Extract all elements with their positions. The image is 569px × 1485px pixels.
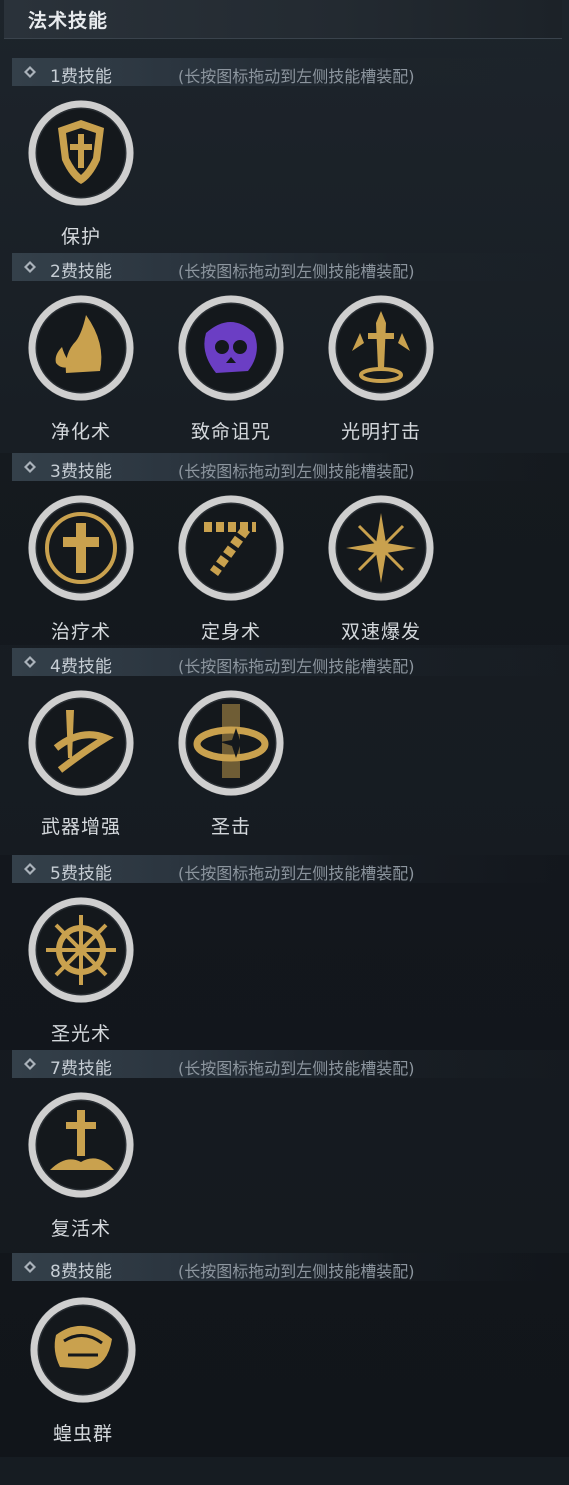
cost-label: 3费技能 xyxy=(50,462,112,482)
cost-label: 1费技能 xyxy=(50,67,112,87)
cost-label: 5费技能 xyxy=(50,864,112,884)
cost-section-1: 1费技能 (长按图标拖动到左侧技能槽装配) 保护 xyxy=(0,58,569,248)
section-header: 4费技能 (长按图标拖动到左侧技能槽装配) xyxy=(12,648,560,677)
drag-hint: (长按图标拖动到左侧技能槽装配) xyxy=(178,1059,415,1078)
skill-name: 致命诅咒 xyxy=(190,421,271,443)
section-header: 2费技能 (长按图标拖动到左侧技能槽装配) xyxy=(12,253,560,282)
skill-name: 光明打击 xyxy=(340,421,421,443)
diamond-icon xyxy=(24,461,36,473)
drag-hint: (长按图标拖动到左侧技能槽装配) xyxy=(178,1262,415,1281)
cross-icon[interactable] xyxy=(26,493,136,603)
sword-icon[interactable] xyxy=(326,293,436,403)
drag-hint: (长按图标拖动到左侧技能槽装配) xyxy=(178,864,415,883)
cost-section-7: 7费技能 (长按图标拖动到左侧技能槽装配) 复活术 xyxy=(0,1050,569,1245)
spell-skills-panel: 法术技能 1费技能 (长按图标拖动到左侧技能槽装配) 保护 2费技能 (长按图标… xyxy=(0,0,569,1457)
cost-section-5: 5费技能 (长按图标拖动到左侧技能槽装配) 圣光术 xyxy=(0,855,569,1050)
panel-title: 法术技能 xyxy=(28,10,109,32)
skill-name: 圣击 xyxy=(210,816,251,838)
flames-icon[interactable] xyxy=(26,293,136,403)
starburst-icon[interactable] xyxy=(326,493,436,603)
cost-section-8: 8费技能 (长按图标拖动到左侧技能槽装配) 蝗虫群 xyxy=(0,1253,569,1457)
skill-name: 武器增强 xyxy=(40,816,121,838)
cost-label: 4费技能 xyxy=(50,657,112,677)
skill-name: 净化术 xyxy=(50,421,111,443)
skill-name: 保护 xyxy=(60,226,101,248)
cost-label: 7费技能 xyxy=(50,1059,112,1079)
diamond-icon xyxy=(24,261,36,273)
skill-card[interactable]: 复活术 xyxy=(16,1090,146,1280)
cost-section-3: 3费技能 (长按图标拖动到左侧技能槽装配) 治疗术 定身术 双速爆发 xyxy=(0,453,569,645)
shield-icon[interactable] xyxy=(26,98,136,208)
skill-name: 双速爆发 xyxy=(340,621,421,643)
panel-header: 法术技能 xyxy=(4,0,562,39)
section-header: 1费技能 (长按图标拖动到左侧技能槽装配) xyxy=(12,58,560,87)
section-header: 7费技能 (长按图标拖动到左侧技能槽装配) xyxy=(12,1050,560,1079)
cost-section-2: 2费技能 (长按图标拖动到左侧技能槽装配) 净化术 致命诅咒 光明打击 xyxy=(0,253,569,443)
section-header: 5费技能 (长按图标拖动到左侧技能槽装配) xyxy=(12,855,560,884)
cost-label: 8费技能 xyxy=(50,1262,112,1282)
skull-icon[interactable] xyxy=(176,293,286,403)
section-header: 3费技能 (长按图标拖动到左侧技能槽装配) xyxy=(12,453,560,482)
skill-name: 定身术 xyxy=(200,621,261,643)
diamond-icon xyxy=(24,656,36,668)
diamond-icon xyxy=(24,1261,36,1273)
diamond-icon xyxy=(24,66,36,78)
skill-card[interactable]: 圣击 xyxy=(166,688,296,878)
section-header: 8费技能 (长按图标拖动到左侧技能槽装配) xyxy=(12,1253,560,1282)
drag-hint: (长按图标拖动到左侧技能槽装配) xyxy=(178,462,415,481)
enchanted-sword-icon[interactable] xyxy=(26,688,136,798)
holy-strike-icon[interactable] xyxy=(176,688,286,798)
drag-hint: (长按图标拖动到左侧技能槽装配) xyxy=(178,657,415,676)
sun-wheel-icon[interactable] xyxy=(26,895,136,1005)
diamond-icon xyxy=(24,1058,36,1070)
chain-icon[interactable] xyxy=(176,493,286,603)
skill-name: 治疗术 xyxy=(50,621,111,643)
grave-cross-icon[interactable] xyxy=(26,1090,136,1200)
skill-card[interactable]: 武器增强 xyxy=(16,688,146,878)
skill-name: 蝗虫群 xyxy=(52,1423,113,1445)
cost-label: 2费技能 xyxy=(50,262,112,282)
locust-icon[interactable] xyxy=(28,1295,138,1405)
drag-hint: (长按图标拖动到左侧技能槽装配) xyxy=(178,262,415,281)
diamond-icon xyxy=(24,863,36,875)
skill-name: 复活术 xyxy=(50,1218,111,1240)
skill-name: 圣光术 xyxy=(50,1023,111,1045)
cost-section-4: 4费技能 (长按图标拖动到左侧技能槽装配) 武器增强 圣击 xyxy=(0,648,569,848)
drag-hint: (长按图标拖动到左侧技能槽装配) xyxy=(178,67,415,86)
